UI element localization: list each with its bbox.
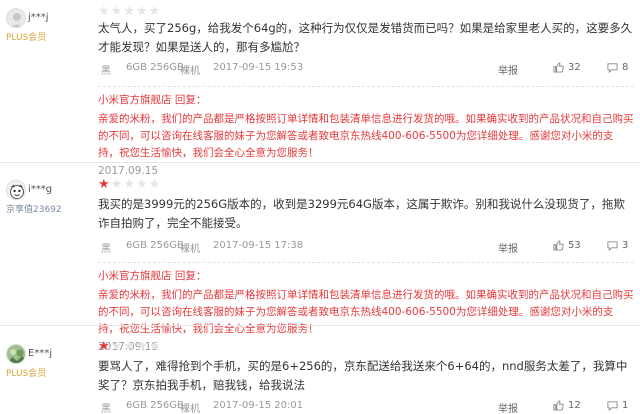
review-item: i***g 京享值23692 ★★★★★ 我买的是3999元的256G版本的，收… (0, 162, 640, 353)
comment-icon (607, 63, 618, 73)
photo-avatar-icon[interactable] (6, 344, 26, 364)
star-icon: ★ (98, 4, 111, 19)
star-icon: ★ (148, 339, 162, 354)
reply-header: 小米官方旗舰店 回复： (98, 94, 207, 106)
star-icon: ★ (148, 177, 162, 192)
thumbs-up-icon (553, 400, 564, 411)
meta-color: 黑 (101, 404, 111, 414)
comment-count: 3 (622, 240, 629, 251)
reply-text: 亲爱的米粉，我们的产品都是严格按照订单详情和包装清单信息进行发货的哦。如果确实收… (98, 113, 634, 159)
username[interactable]: i***g (28, 184, 52, 195)
order-meta: 黑 6GB 256GB 裸机 2017-09-15 17:38 举报 53 3 (98, 240, 634, 256)
star-rating: ★★★★★ (98, 178, 634, 191)
order-meta: 黑 6GB 256GB 裸机 2017-09-15 19:53 举报 32 8 (98, 62, 634, 78)
star-icon: ★ (98, 339, 111, 354)
review-text: 我买的是3999元的256G版本的，收到是3299元64G版本，这属于欺诈。别和… (98, 197, 625, 230)
thumbs-up-icon (553, 240, 564, 251)
meta-spec: 6GB 256GB (126, 62, 184, 73)
meta-kind: 裸机 (180, 244, 200, 255)
star-icon: ★ (98, 177, 111, 192)
username[interactable]: j***j (28, 12, 49, 23)
star-icon: ★ (110, 339, 124, 354)
thumbs-up-icon (553, 62, 564, 73)
star-icon: ★ (135, 4, 149, 19)
meta-color: 黑 (101, 244, 111, 255)
review-text: 要骂人了，难得抢到个手机，买的是6+256的，京东配送给我送来个6+64的，nn… (98, 359, 628, 392)
review-content: ★★★★★ 太气人，买了256g，给我发个64g的，这种行为仅仅是发错货而已吗？… (98, 5, 634, 179)
star-icon: ★ (110, 4, 124, 19)
default-avatar-icon[interactable] (6, 8, 26, 28)
like-count: 12 (568, 400, 581, 411)
comment-icon (607, 241, 618, 251)
star-rating: ★★★★★ (98, 340, 634, 353)
like-count: 53 (568, 240, 581, 251)
report-link[interactable]: 举报 (498, 240, 518, 255)
comment-icon (607, 401, 618, 411)
meta-color: 黑 (101, 66, 111, 77)
comment-button[interactable]: 8 (607, 62, 628, 74)
star-icon: ★ (123, 4, 136, 19)
meta-time: 2017-09-15 20:01 (213, 400, 304, 411)
reply-header: 小米官方旗舰店 回复： (98, 270, 207, 282)
meta-time: 2017-09-15 17:38 (213, 240, 304, 251)
comment-button[interactable]: 1 (607, 400, 628, 412)
meta-time: 2017-09-15 19:53 (213, 62, 304, 73)
meta-kind: 裸机 (180, 404, 200, 414)
meta-spec: 6GB 256GB (126, 400, 184, 411)
user-level-badge: 京享值23692 (6, 205, 62, 215)
user-level-badge: PLUS会员 (6, 369, 47, 379)
review-item: E***j PLUS会员 ★★★★★ 要骂人了，难得抢到个手机，买的是6+256… (0, 325, 640, 414)
star-icon: ★ (148, 4, 162, 19)
order-meta: 黑 6GB 256GB 裸机 2017-09-15 20:01 举报 12 1 (98, 400, 634, 414)
cartoon-avatar-icon[interactable] (6, 180, 26, 200)
username[interactable]: E***j (28, 348, 52, 359)
comment-count: 1 (622, 400, 629, 411)
review-content: ★★★★★ 要骂人了，难得抢到个手机，买的是6+256的，京东配送给我送来个6+… (98, 340, 634, 414)
report-link[interactable]: 举报 (498, 400, 518, 414)
user-level-badge: PLUS会员 (6, 33, 47, 43)
star-icon: ★ (123, 339, 136, 354)
comment-count: 8 (622, 62, 629, 73)
star-icon: ★ (110, 177, 124, 192)
meta-kind: 裸机 (180, 66, 200, 77)
star-icon: ★ (135, 177, 149, 192)
comment-button[interactable]: 3 (607, 240, 628, 252)
star-icon: ★ (123, 177, 136, 192)
like-button[interactable]: 53 (553, 240, 581, 252)
review-text: 太气人，买了256g，给我发个64g的，这种行为仅仅是发错货而已吗？如果是给家里… (98, 21, 633, 54)
like-button[interactable]: 12 (553, 400, 581, 412)
report-link[interactable]: 举报 (498, 62, 518, 77)
star-rating: ★★★★★ (98, 5, 634, 18)
like-count: 32 (568, 62, 581, 73)
review-item: j***j PLUS会员 ★★★★★ 太气人，买了256g，给我发个64g的，这… (0, 0, 640, 177)
star-icon: ★ (135, 339, 149, 354)
like-button[interactable]: 32 (553, 62, 581, 74)
meta-spec: 6GB 256GB (126, 240, 184, 251)
